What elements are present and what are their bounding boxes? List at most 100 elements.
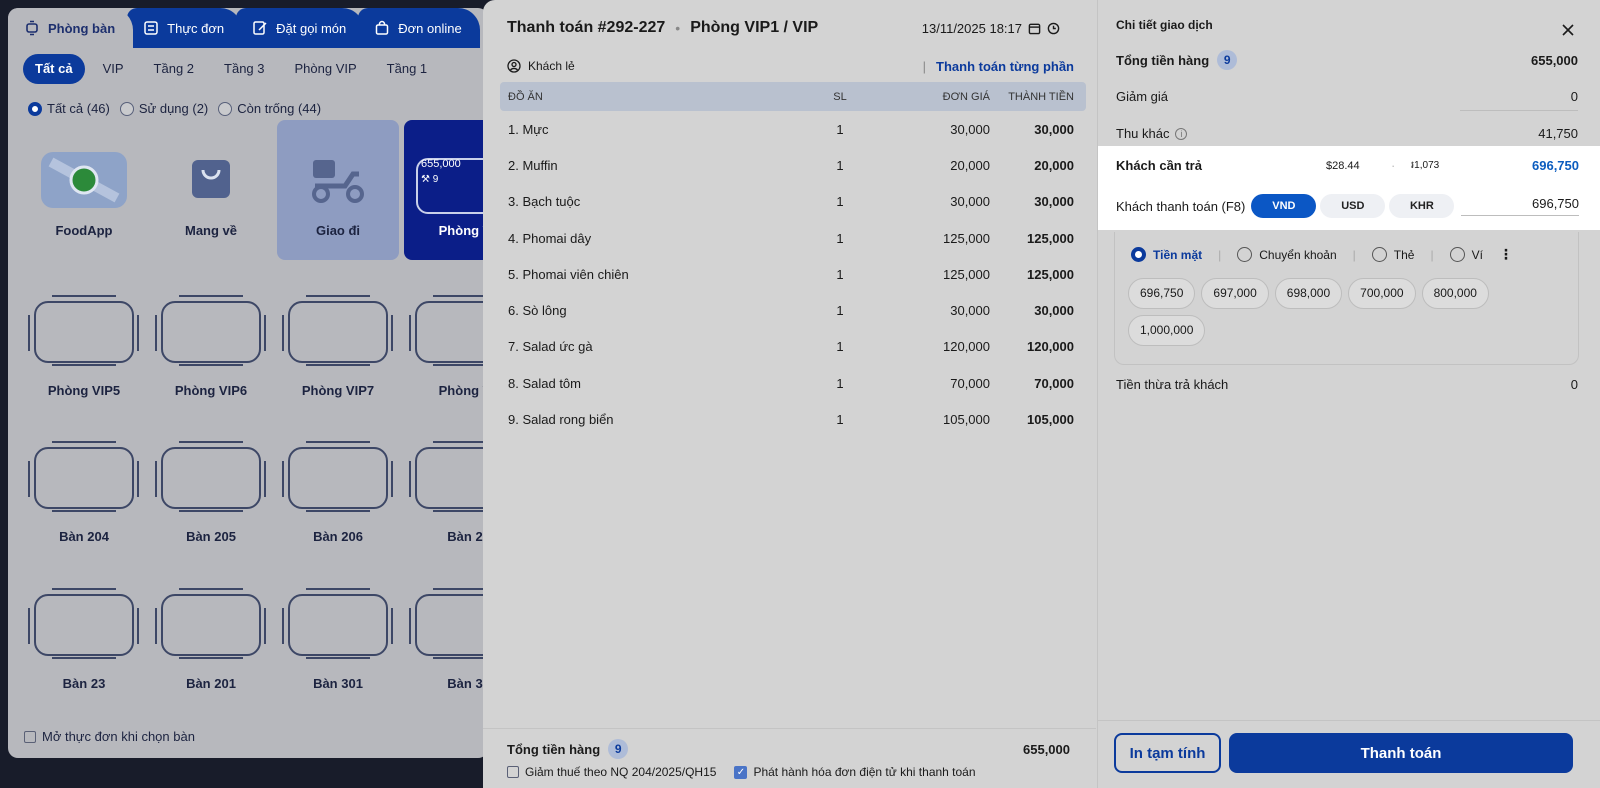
checkbox-icon bbox=[507, 766, 519, 778]
other-fees-amount[interactable]: 41,750 bbox=[1538, 126, 1578, 141]
filter-floor-3[interactable]: Tầng 3 bbox=[212, 54, 276, 84]
invoice-datetime[interactable]: 13/11/2025 18:17 bbox=[922, 21, 1060, 36]
table-card[interactable]: Bàn 206 bbox=[277, 439, 399, 549]
split-payment-label: Thanh toán từng phần bbox=[936, 58, 1074, 74]
item-total: 70,000 bbox=[1034, 375, 1074, 391]
method-cash[interactable]: Tiền mặt bbox=[1131, 247, 1202, 262]
item-total: 30,000 bbox=[1034, 121, 1074, 137]
table-card[interactable]: Bàn 205 bbox=[150, 439, 272, 549]
item-total: 20,000 bbox=[1034, 157, 1074, 173]
quick-amount-button[interactable]: 700,000 bbox=[1348, 278, 1416, 309]
filter-floor-2[interactable]: Tầng 2 bbox=[142, 54, 206, 84]
item-qty: 1 bbox=[836, 230, 844, 246]
item-qty: 1 bbox=[836, 266, 844, 282]
item-qty: 1 bbox=[836, 375, 844, 391]
tile-delivery[interactable]: Giao đi bbox=[277, 120, 399, 260]
table-card[interactable]: Bàn 2 bbox=[404, 439, 488, 549]
tab-tables[interactable]: Phòng bàn bbox=[8, 8, 134, 48]
tile-takeaway[interactable]: Mang về bbox=[150, 120, 272, 260]
e-invoice-checkbox[interactable]: ✓ Phát hành hóa đơn điện tử khi thanh toá… bbox=[734, 765, 976, 779]
item-count-badge: 9 bbox=[608, 739, 629, 759]
tile-label: Mang về bbox=[184, 223, 237, 238]
tax-reduction-checkbox[interactable]: Giảm thuế theo NQ 204/2025/QH15 bbox=[507, 765, 716, 779]
item-price: 120,000 bbox=[943, 339, 990, 355]
item-qty: 1 bbox=[836, 303, 844, 319]
pay-button[interactable]: Thanh toán bbox=[1229, 733, 1573, 773]
customer-payment-input[interactable]: 696,750 bbox=[1461, 196, 1579, 216]
item-name: 5. Phomai viên chiên bbox=[508, 266, 629, 282]
filter-all[interactable]: Tất cả bbox=[23, 54, 85, 84]
discount-input[interactable]: 0 bbox=[1571, 89, 1578, 104]
info-icon[interactable]: i bbox=[1175, 127, 1188, 140]
col-total: THÀNH TIỀN bbox=[1008, 90, 1074, 103]
currency-vnd-button[interactable]: VND bbox=[1251, 194, 1317, 218]
method-card[interactable]: Thẻ bbox=[1371, 247, 1414, 262]
tile-guests: ⚒ 9 bbox=[421, 174, 439, 185]
table-card[interactable]: Bàn 23 bbox=[23, 586, 145, 696]
menu-book-icon bbox=[144, 21, 158, 35]
table-label: Bàn 301 bbox=[313, 676, 363, 691]
checkbox-label: Phát hành hóa đơn điện tử khi thanh toán bbox=[753, 765, 976, 779]
quick-amounts: 696,750 697,000 698,000 700,000 800,000 … bbox=[1128, 278, 1568, 346]
table-card[interactable]: Phòng VIP7 bbox=[277, 293, 399, 403]
payment-methods: Tiền mặt | Chuyển khoản | Thẻ | Ví ⋮ bbox=[1131, 246, 1513, 263]
method-wallet[interactable]: Ví bbox=[1449, 247, 1483, 262]
table-label: Bàn 201 bbox=[186, 676, 236, 691]
method-label: Chuyển khoản bbox=[1259, 247, 1337, 262]
clock-icon[interactable] bbox=[1047, 22, 1060, 35]
tab-online-orders[interactable]: Đơn online bbox=[358, 8, 480, 48]
change-label: Tiền thừa trả khách bbox=[1116, 377, 1229, 392]
status-empty[interactable]: Còn trống (44) bbox=[218, 101, 321, 116]
invoice-header: Thanh toán #292-227 • Phòng VIP1 / VIP 1… bbox=[507, 16, 1060, 40]
table-card[interactable]: Bàn 301 bbox=[277, 586, 399, 696]
more-options-icon[interactable]: ⋮ bbox=[1499, 246, 1513, 263]
filter-vip-room[interactable]: Phòng VIP bbox=[283, 54, 369, 84]
tab-label: Đặt gọi món bbox=[276, 20, 347, 36]
item-name: 8. Salad tôm bbox=[508, 375, 581, 391]
tile-room-vip1[interactable]: 655,000 ⚒ 9 Phòng V bbox=[404, 120, 488, 260]
print-draft-button[interactable]: In tạm tính bbox=[1114, 733, 1221, 773]
calendar-icon[interactable] bbox=[1028, 22, 1041, 35]
item-name: 6. Sò lông bbox=[508, 303, 567, 319]
quick-amount-button[interactable]: 800,000 bbox=[1421, 278, 1489, 309]
customer-name[interactable]: Khách lẻ bbox=[528, 59, 575, 73]
divider: | bbox=[1218, 247, 1222, 262]
filter-floor-1[interactable]: Tầng 1 bbox=[375, 54, 439, 84]
currency-usd-button[interactable]: USD bbox=[1320, 194, 1386, 218]
item-price: 30,000 bbox=[950, 303, 990, 319]
table-card[interactable]: Bàn 204 bbox=[23, 439, 145, 549]
quick-amount-button[interactable]: 698,000 bbox=[1274, 278, 1343, 309]
table-card[interactable]: Phòng V bbox=[404, 293, 488, 403]
discount-underline bbox=[1460, 110, 1578, 111]
filter-vip[interactable]: VIP bbox=[91, 54, 136, 84]
divider: · bbox=[1391, 158, 1396, 173]
table-card[interactable]: Bàn 3 bbox=[404, 586, 488, 696]
table-label: Bàn 2 bbox=[447, 529, 483, 544]
invoice-room: Phòng VIP1 / VIP bbox=[690, 19, 819, 36]
invoice-total-amount: 655,000 bbox=[1023, 741, 1070, 757]
quick-amount-button[interactable]: 696,750 bbox=[1128, 278, 1196, 309]
table-row: 8. Salad tôm 1 70,000 70,000 bbox=[500, 365, 1086, 401]
quick-amount-button[interactable]: 1,000,000 bbox=[1128, 315, 1206, 346]
tile-foodapp[interactable]: FoodApp bbox=[23, 120, 145, 260]
table-card[interactable]: Bàn 201 bbox=[150, 586, 272, 696]
radio-icon bbox=[119, 101, 134, 116]
open-menu-checkbox[interactable]: Mở thực đơn khi chọn bàn bbox=[24, 729, 195, 744]
shopping-bag-icon bbox=[376, 20, 389, 35]
item-name: 4. Phomai dây bbox=[508, 230, 592, 246]
status-all[interactable]: Tất cả (46) bbox=[28, 101, 110, 116]
table-card[interactable]: Phòng VIP5 bbox=[23, 293, 145, 403]
tab-order[interactable]: Đặt gọi món bbox=[236, 8, 365, 48]
close-icon[interactable] bbox=[1560, 22, 1576, 38]
quick-amount-button[interactable]: 697,000 bbox=[1201, 278, 1269, 309]
tab-menu[interactable]: Thực đơn bbox=[127, 8, 243, 48]
floor-plan-icon bbox=[26, 20, 38, 36]
method-transfer[interactable]: Chuyển khoản bbox=[1237, 247, 1337, 262]
split-payment-link[interactable]: | Thanh toán từng phần bbox=[923, 59, 1074, 74]
radio-icon bbox=[28, 101, 42, 116]
main-tabs: Phòng bàn Thực đơn Đặt gọi món Đơn onlin… bbox=[8, 8, 488, 48]
table-card[interactable]: Phòng VIP6 bbox=[150, 293, 272, 403]
currency-khr-button[interactable]: KHR bbox=[1389, 194, 1455, 218]
status-in-use[interactable]: Sử dụng (2) bbox=[119, 101, 208, 116]
radio-icon bbox=[1131, 247, 1146, 262]
